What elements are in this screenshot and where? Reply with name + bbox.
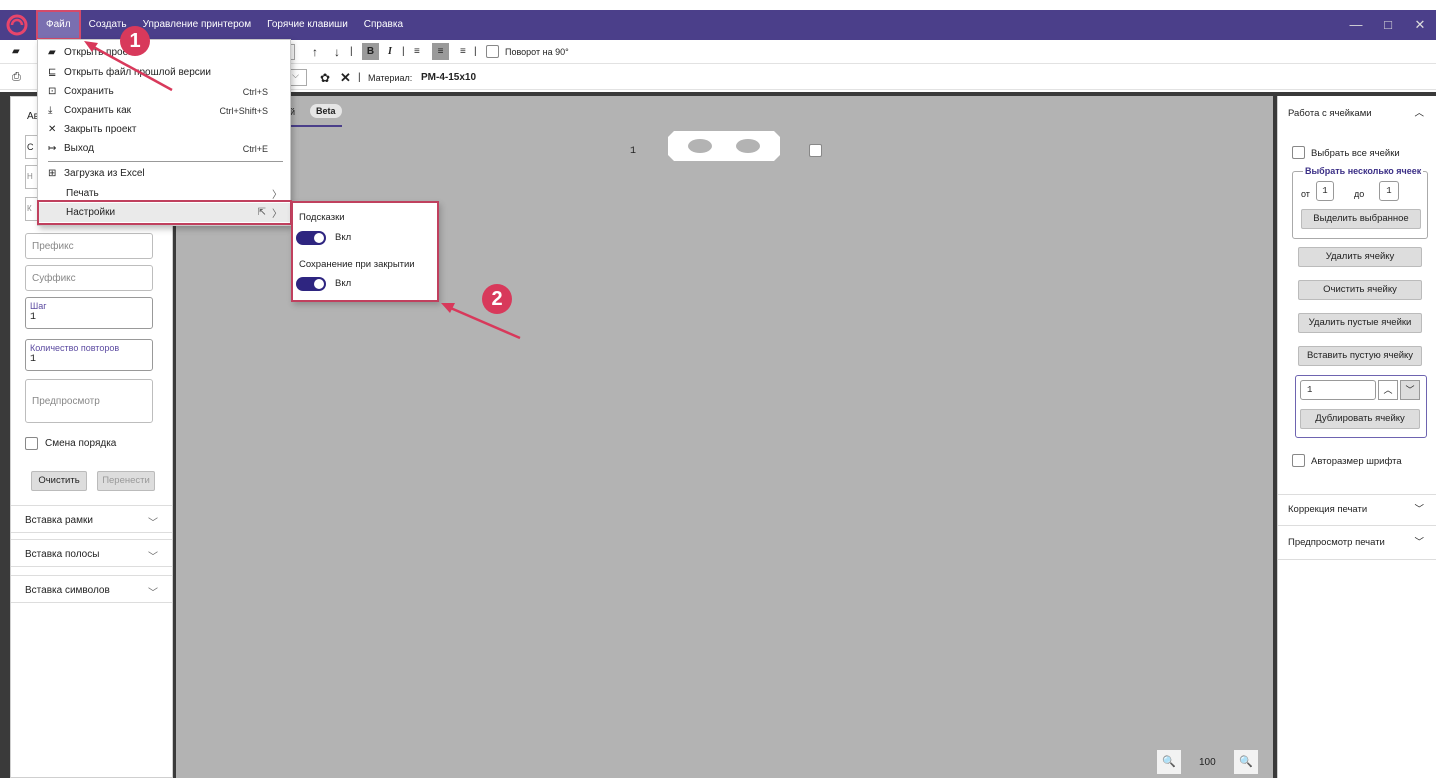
callout-2: 2 (482, 284, 512, 314)
callout-1: 1 (120, 26, 150, 56)
annotation-arrows (84, 41, 521, 340)
